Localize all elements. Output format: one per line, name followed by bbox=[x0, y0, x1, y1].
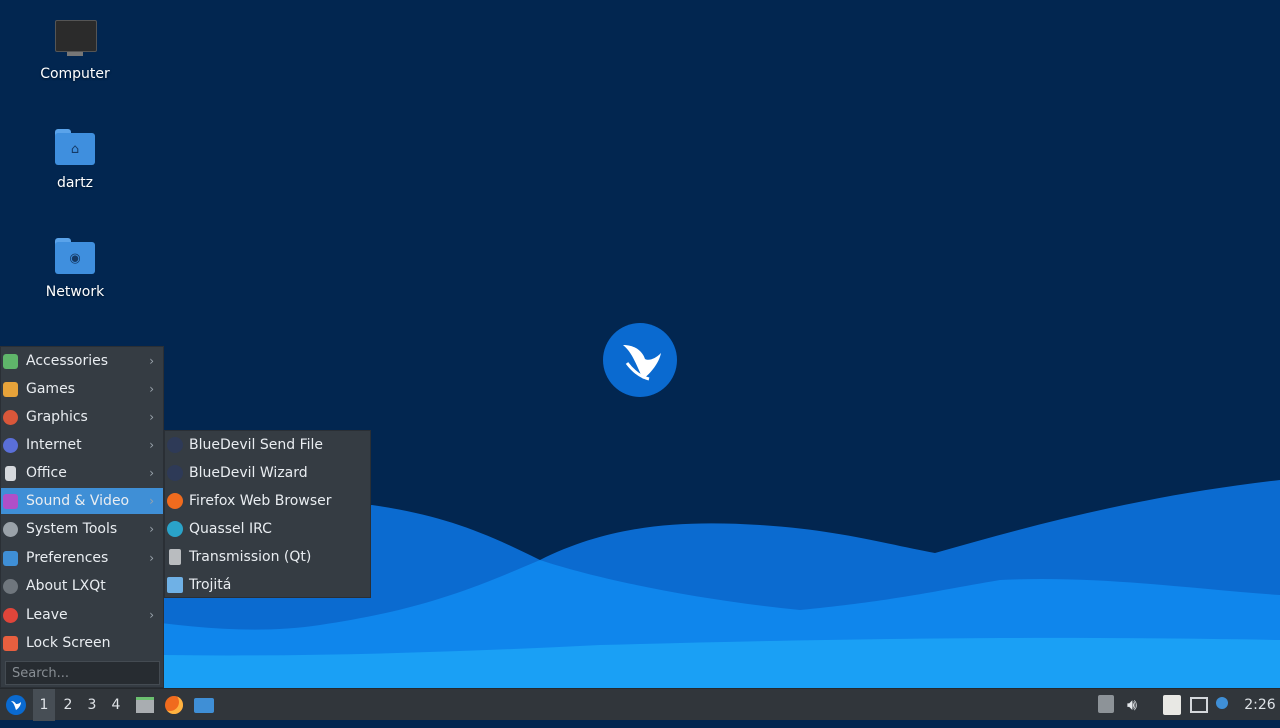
application-menu: Accessories › Games › Graphics › Interne… bbox=[0, 346, 164, 688]
submenu-item-trojita[interactable]: Trojitá bbox=[165, 571, 370, 599]
show-desktop-button[interactable] bbox=[192, 689, 216, 721]
menu-item-label: Graphics bbox=[26, 409, 88, 425]
desktop-icon-network[interactable]: ◉ Network bbox=[20, 236, 130, 300]
menu-item-system-tools[interactable]: System Tools › bbox=[1, 516, 163, 542]
network-folder-icon: ◉ bbox=[53, 236, 97, 280]
sound-video-icon bbox=[3, 494, 18, 509]
file-manager-launcher[interactable] bbox=[133, 689, 157, 721]
office-icon bbox=[5, 466, 16, 481]
menu-item-label: Office bbox=[26, 465, 67, 481]
file-manager-icon bbox=[136, 697, 154, 713]
lubuntu-start-icon bbox=[6, 695, 26, 715]
games-icon bbox=[3, 382, 18, 397]
firefox-icon bbox=[165, 696, 183, 714]
clock[interactable]: 2:26 bbox=[1242, 689, 1278, 721]
desktop-icon-computer[interactable]: Computer bbox=[20, 18, 130, 82]
network-status-icon[interactable] bbox=[1190, 695, 1210, 715]
graphics-icon bbox=[3, 410, 18, 425]
lubuntu-logo bbox=[603, 323, 677, 397]
volume-icon[interactable]: 🔊︎ bbox=[1127, 695, 1147, 715]
accessories-icon bbox=[3, 354, 18, 369]
computer-icon bbox=[53, 18, 97, 62]
desktop-icon-label: dartz bbox=[56, 175, 94, 191]
chevron-right-icon: › bbox=[149, 522, 154, 536]
menu-item-label: Preferences bbox=[26, 550, 109, 566]
menu-item-label: About LXQt bbox=[26, 578, 106, 594]
menu-item-games[interactable]: Games › bbox=[1, 376, 163, 402]
menu-item-accessories[interactable]: Accessories › bbox=[1, 348, 163, 374]
internet-icon bbox=[3, 438, 18, 453]
submenu-item-label: BlueDevil Wizard bbox=[189, 465, 308, 481]
tray-expand-icon[interactable] bbox=[1098, 695, 1118, 715]
submenu-item-label: Firefox Web Browser bbox=[189, 493, 332, 509]
chevron-right-icon: › bbox=[149, 382, 154, 396]
submenu-item-label: BlueDevil Send File bbox=[189, 437, 324, 453]
workspace-3[interactable]: 3 bbox=[81, 689, 103, 721]
preferences-icon bbox=[3, 551, 18, 566]
home-folder-icon: ⌂ bbox=[53, 127, 97, 171]
submenu-item-label: Quassel IRC bbox=[189, 521, 272, 537]
desktop-icon-home[interactable]: ⌂ dartz bbox=[20, 127, 130, 191]
submenu-item-bluedevil-send-file[interactable]: BlueDevil Send File bbox=[165, 431, 370, 459]
menu-search-input[interactable] bbox=[5, 661, 160, 685]
main-menu-button[interactable] bbox=[2, 689, 30, 721]
desktop-icon bbox=[194, 698, 214, 713]
submenu-item-transmission[interactable]: Transmission (Qt) bbox=[165, 543, 370, 571]
power-icon bbox=[3, 608, 18, 623]
info-icon bbox=[3, 579, 18, 594]
desktop-icon-label: Computer bbox=[40, 66, 110, 82]
menu-item-sound-video[interactable]: Sound & Video › bbox=[1, 488, 163, 514]
workspace-2[interactable]: 2 bbox=[57, 689, 79, 721]
chevron-right-icon: › bbox=[149, 438, 154, 452]
lock-icon bbox=[3, 636, 18, 651]
chevron-right-icon: › bbox=[149, 354, 154, 368]
submenu-item-label: Transmission (Qt) bbox=[189, 549, 312, 565]
chevron-right-icon: › bbox=[149, 494, 154, 508]
menu-item-label: Leave bbox=[26, 607, 68, 623]
bluetooth-icon bbox=[167, 437, 183, 453]
menu-item-label: System Tools bbox=[26, 521, 118, 537]
update-notifier-icon[interactable] bbox=[1216, 695, 1236, 715]
menu-item-label: Internet bbox=[26, 437, 82, 453]
menu-item-label: Lock Screen bbox=[26, 635, 111, 651]
menu-item-graphics[interactable]: Graphics › bbox=[1, 404, 163, 430]
taskbar: 1 2 3 4 🔊︎ 2:26 bbox=[0, 688, 1280, 721]
transmission-icon bbox=[169, 549, 181, 565]
menu-item-leave[interactable]: Leave › bbox=[1, 602, 163, 628]
system-tools-icon bbox=[3, 522, 18, 537]
chevron-right-icon: › bbox=[149, 410, 154, 424]
firefox-icon bbox=[167, 493, 183, 509]
trojita-icon bbox=[167, 577, 183, 593]
menu-item-office[interactable]: Office › bbox=[1, 460, 163, 486]
submenu-item-firefox[interactable]: Firefox Web Browser bbox=[165, 487, 370, 515]
desktop-icon-label: Network bbox=[45, 284, 105, 300]
submenu-item-label: Trojitá bbox=[189, 577, 232, 593]
firefox-launcher[interactable] bbox=[162, 689, 186, 721]
clipboard-icon[interactable] bbox=[1163, 695, 1183, 715]
menu-item-about-lxqt[interactable]: About LXQt bbox=[1, 573, 163, 599]
menu-item-lock-screen[interactable]: Lock Screen bbox=[1, 630, 163, 656]
submenu-item-quassel-irc[interactable]: Quassel IRC bbox=[165, 515, 370, 543]
submenu-sound-video: BlueDevil Send File BlueDevil Wizard Fir… bbox=[164, 430, 371, 598]
menu-item-label: Games bbox=[26, 381, 75, 397]
chevron-right-icon: › bbox=[149, 608, 154, 622]
chevron-right-icon: › bbox=[149, 551, 154, 565]
workspace-1[interactable]: 1 bbox=[33, 689, 55, 721]
quassel-icon bbox=[167, 521, 183, 537]
menu-item-preferences[interactable]: Preferences › bbox=[1, 545, 163, 571]
submenu-item-bluedevil-wizard[interactable]: BlueDevil Wizard bbox=[165, 459, 370, 487]
menu-item-label: Sound & Video bbox=[26, 493, 130, 509]
chevron-right-icon: › bbox=[149, 466, 154, 480]
menu-item-internet[interactable]: Internet › bbox=[1, 432, 163, 458]
workspace-4[interactable]: 4 bbox=[105, 689, 127, 721]
bluetooth-icon bbox=[167, 465, 183, 481]
menu-item-label: Accessories bbox=[26, 353, 109, 369]
